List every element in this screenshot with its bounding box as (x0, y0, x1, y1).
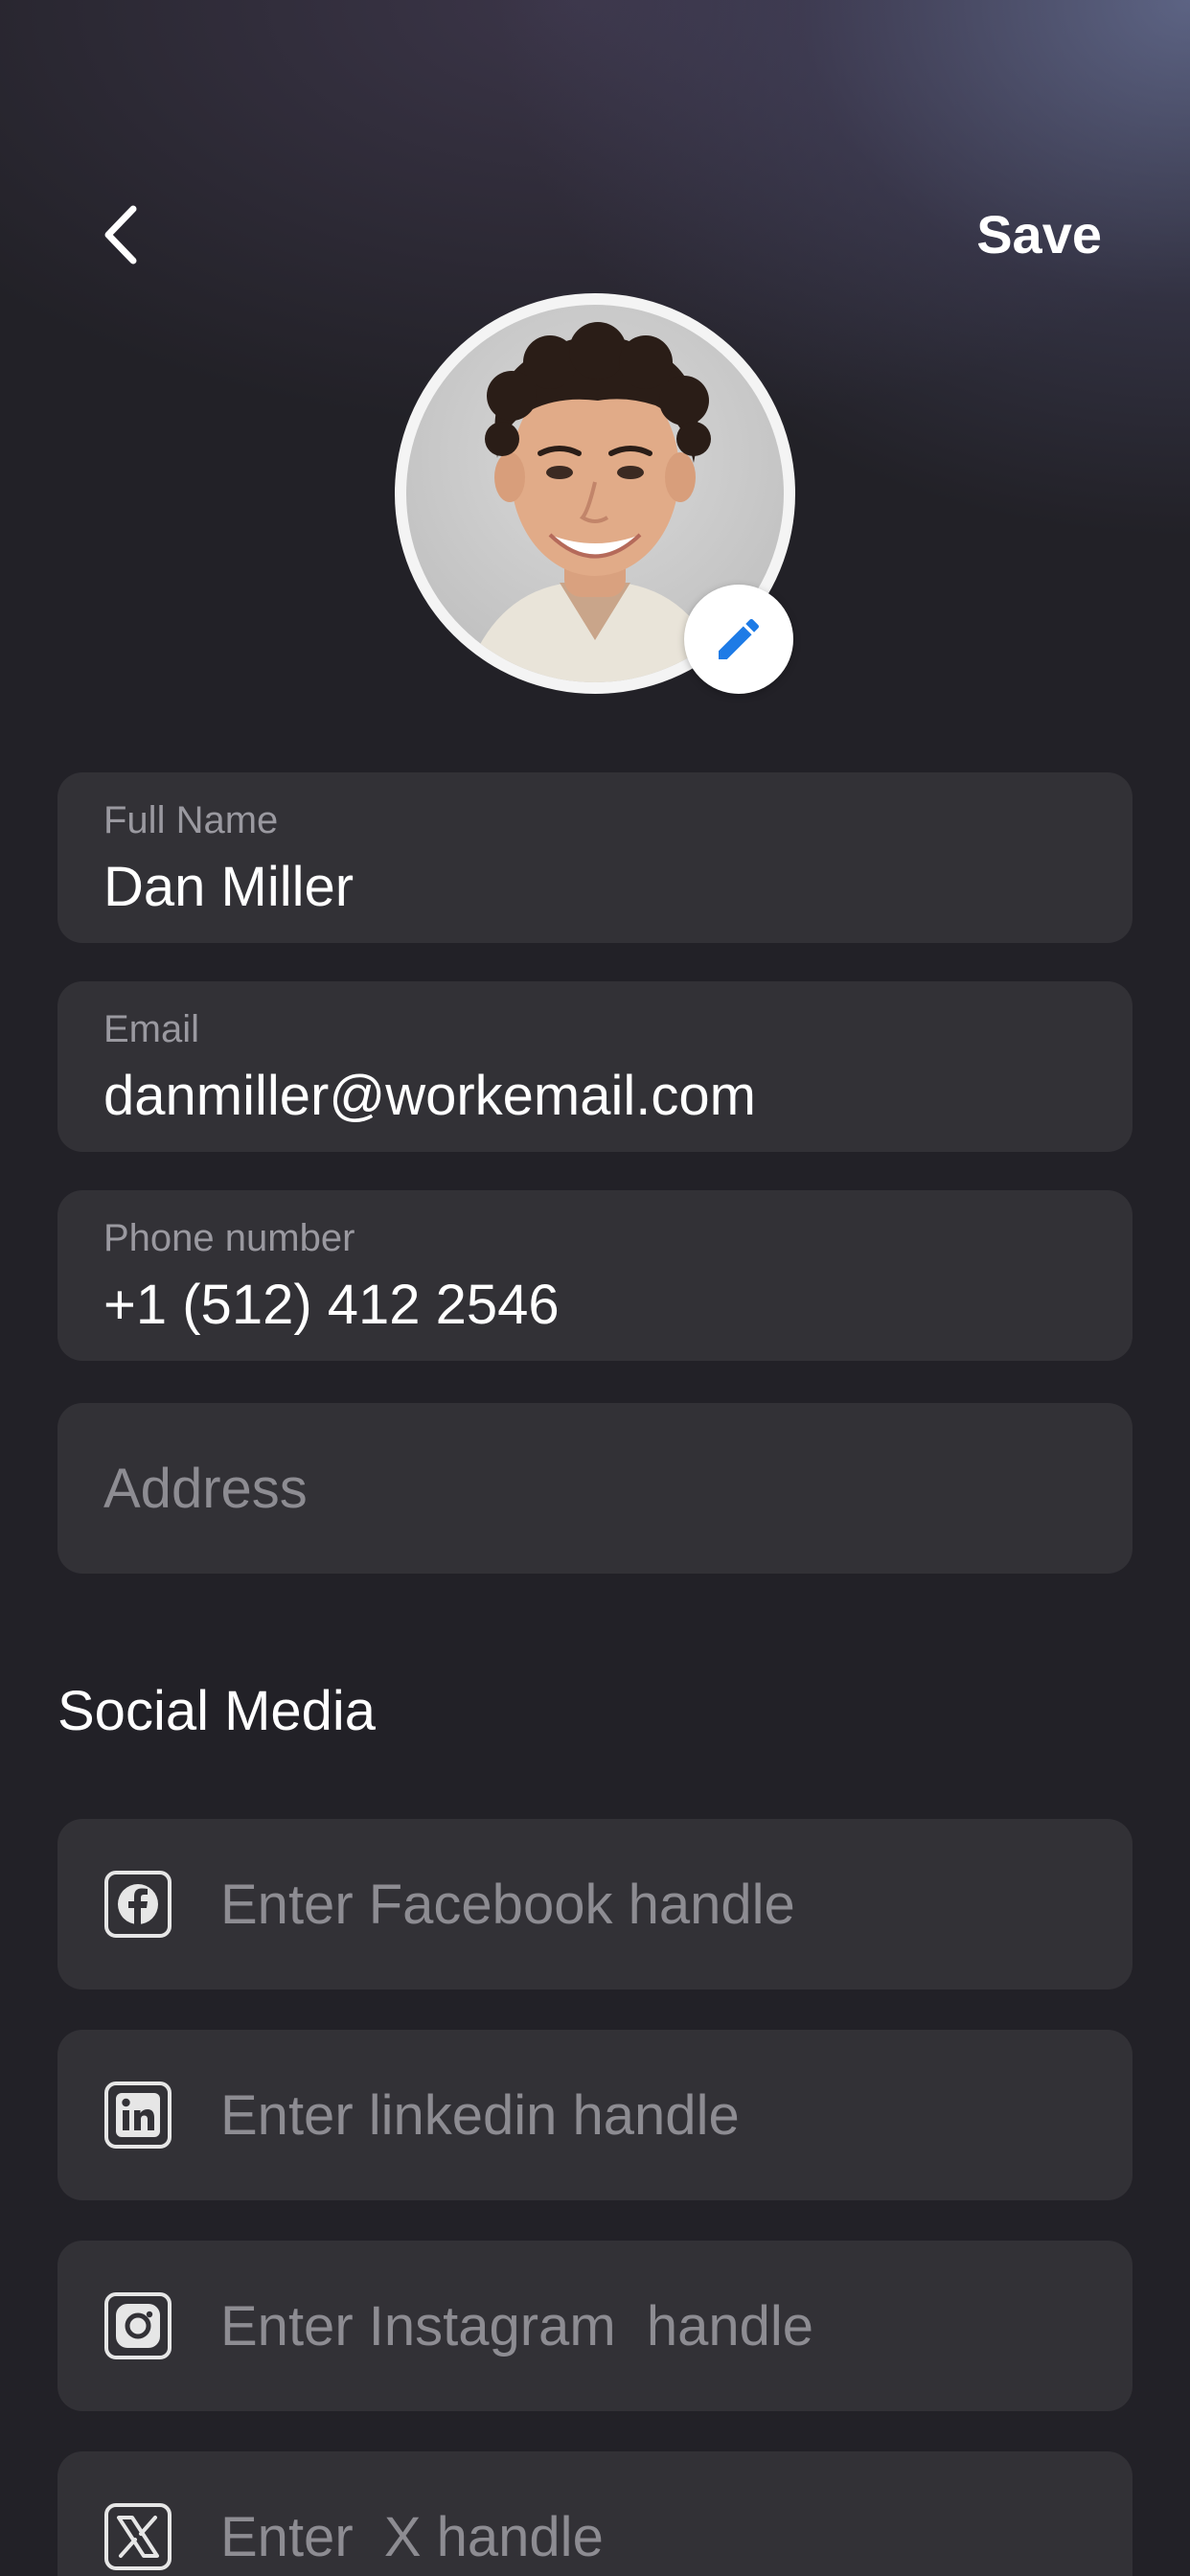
email-field[interactable]: Email danmiller@workemail.com (57, 981, 1133, 1152)
edit-avatar-button[interactable] (684, 585, 793, 694)
save-button[interactable]: Save (976, 197, 1102, 270)
avatar-container (395, 293, 795, 694)
email-value: danmiller@workemail.com (103, 1065, 756, 1127)
header: Save (0, 0, 1190, 288)
email-label: Email (103, 1008, 200, 1050)
back-button[interactable] (86, 192, 153, 278)
facebook-placeholder: Enter Facebook handle (220, 1873, 795, 1936)
x-field[interactable]: Enter X handle (57, 2451, 1133, 2576)
social-media-title: Social Media (57, 1680, 377, 1742)
full-name-field[interactable]: Full Name Dan Miller (57, 772, 1133, 943)
instagram-icon (104, 2292, 172, 2359)
phone-value: +1 (512) 412 2546 (103, 1274, 560, 1336)
x-icon (104, 2503, 172, 2570)
chevron-left-icon (104, 205, 137, 264)
full-name-label: Full Name (103, 799, 279, 841)
address-field[interactable]: Address (57, 1403, 1133, 1574)
phone-label: Phone number (103, 1217, 355, 1259)
pencil-icon (719, 618, 760, 659)
phone-field[interactable]: Phone number +1 (512) 412 2546 (57, 1190, 1133, 1361)
instagram-placeholder: Enter Instagram handle (220, 2294, 814, 2358)
x-placeholder: Enter X handle (220, 2505, 604, 2568)
instagram-field[interactable]: Enter Instagram handle (57, 2241, 1133, 2411)
linkedin-field[interactable]: Enter linkedin handle (57, 2030, 1133, 2200)
linkedin-placeholder: Enter linkedin handle (220, 2083, 740, 2147)
address-placeholder: Address (103, 1457, 308, 1520)
facebook-field[interactable]: Enter Facebook handle (57, 1819, 1133, 1990)
linkedin-icon (104, 2082, 172, 2149)
full-name-value: Dan Miller (103, 856, 355, 918)
facebook-icon (104, 1871, 172, 1938)
